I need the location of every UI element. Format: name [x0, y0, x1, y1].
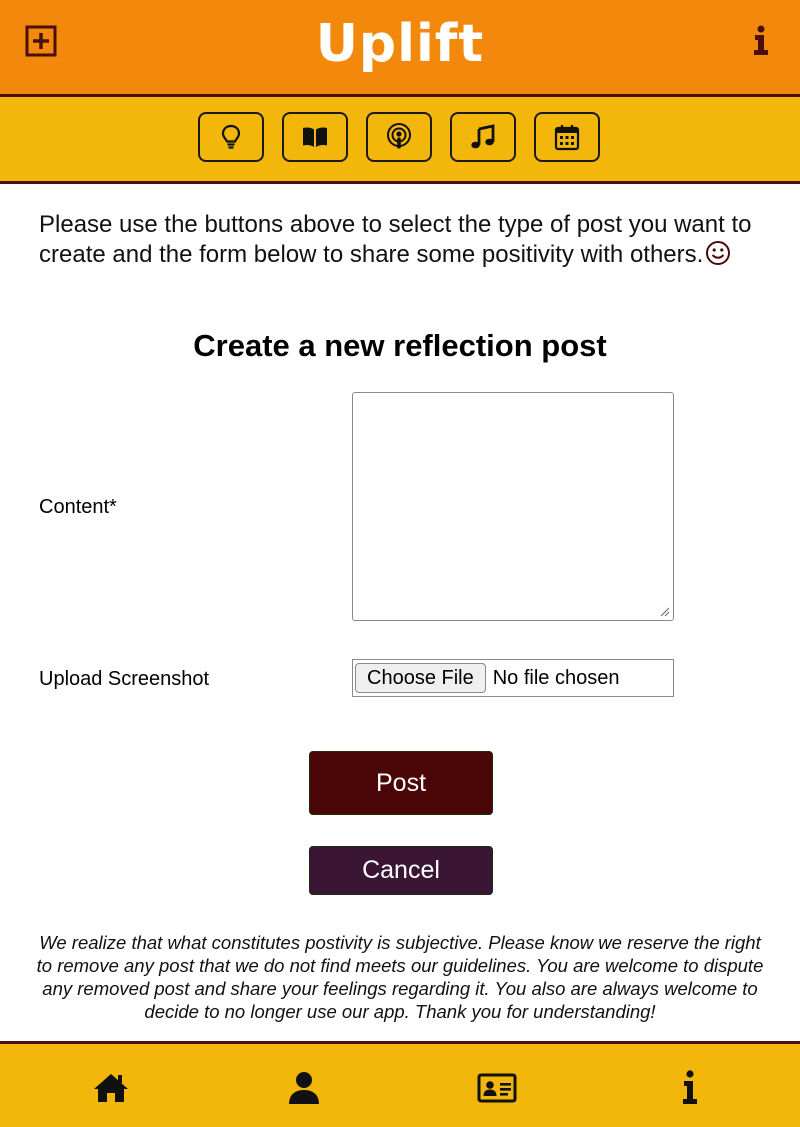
info-icon[interactable] — [744, 24, 778, 58]
choose-file-button[interactable]: Choose File — [355, 663, 486, 693]
resize-grip-icon[interactable] — [660, 607, 670, 617]
intro-text: Please use the buttons above to select t… — [39, 210, 759, 270]
screenshot-file-input[interactable]: Choose File No file chosen — [352, 659, 674, 697]
music-type-button[interactable] — [450, 112, 516, 162]
music-note-icon — [471, 124, 495, 149]
app-logo: Uplift — [315, 14, 485, 74]
user-icon[interactable] — [284, 1068, 324, 1108]
calendar-icon — [554, 125, 580, 151]
podcast-icon — [387, 123, 411, 149]
post-button[interactable]: Post — [309, 751, 493, 815]
book-icon — [303, 127, 327, 147]
content-textarea[interactable] — [352, 392, 674, 621]
form-title: Create a new reflection post — [193, 328, 607, 363]
event-type-button[interactable] — [534, 112, 600, 162]
smiley-icon — [706, 241, 731, 265]
file-status-text: No file chosen — [492, 666, 620, 689]
podcast-type-button[interactable] — [366, 112, 432, 162]
lightbulb-icon — [221, 124, 241, 149]
upload-label: Upload Screenshot — [39, 668, 210, 690]
intro-message: Please use the buttons above to select t… — [39, 211, 752, 268]
home-icon[interactable] — [91, 1068, 131, 1108]
post-type-bar — [0, 97, 800, 184]
app-header: Uplift — [0, 0, 800, 97]
disclaimer-text: We realize that what constitutes postivi… — [36, 932, 764, 1022]
content-label: Content* — [39, 496, 117, 518]
bottom-nav — [0, 1041, 800, 1127]
reflection-type-button[interactable] — [198, 112, 264, 162]
book-type-button[interactable] — [282, 112, 348, 162]
id-card-icon[interactable] — [477, 1068, 517, 1108]
info-icon[interactable] — [670, 1068, 710, 1108]
cancel-button[interactable]: Cancel — [309, 846, 493, 895]
